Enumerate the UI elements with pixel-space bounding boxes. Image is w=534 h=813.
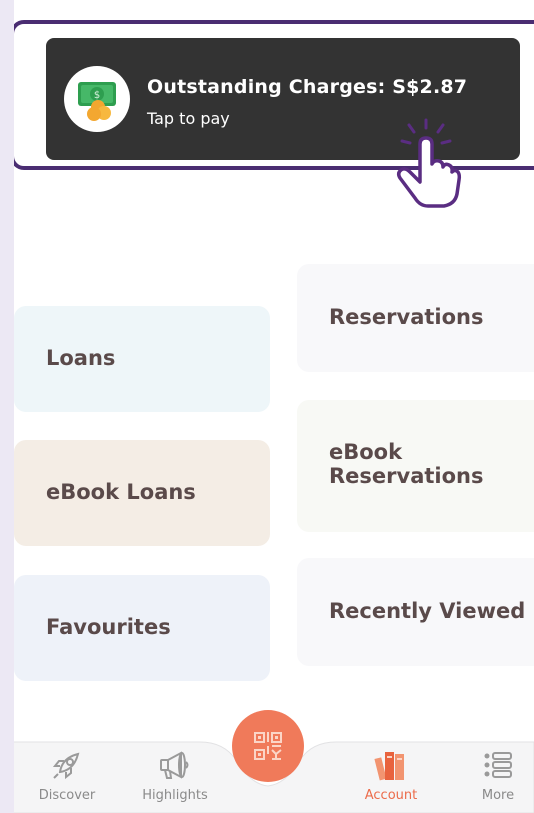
loans-label: Loans bbox=[46, 346, 116, 370]
favourites-tile[interactable]: Favourites bbox=[14, 575, 270, 681]
nav-more[interactable]: More bbox=[453, 736, 534, 813]
nav-highlights[interactable]: Highlights bbox=[130, 736, 220, 813]
ebook-reservations-tile[interactable]: eBook Reservations bbox=[297, 400, 534, 532]
reservations-tile[interactable]: Reservations bbox=[297, 264, 534, 372]
nav-account[interactable]: Account bbox=[346, 736, 436, 813]
qr-code-icon bbox=[254, 732, 282, 760]
nav-discover-label: Discover bbox=[38, 788, 96, 803]
nav-account-label: Account bbox=[364, 788, 418, 803]
nav-more-label: More bbox=[481, 788, 515, 803]
ebook-loans-label: eBook Loans bbox=[46, 480, 196, 504]
qr-scan-button[interactable] bbox=[232, 710, 304, 782]
list-icon bbox=[484, 752, 512, 778]
nav-discover[interactable]: Discover bbox=[22, 736, 112, 813]
loans-tile[interactable]: Loans bbox=[14, 306, 270, 412]
account-screen: $ Outstanding Charges: S$2.87 Tap to pay… bbox=[14, 0, 534, 813]
books-icon bbox=[374, 752, 404, 781]
ebook-reservations-label-line2: Reservations bbox=[329, 464, 484, 488]
recently-viewed-tile[interactable]: Recently Viewed bbox=[297, 558, 534, 666]
recently-viewed-label: Recently Viewed bbox=[329, 599, 526, 623]
favourites-label: Favourites bbox=[46, 615, 171, 639]
megaphone-icon bbox=[160, 751, 189, 779]
ebook-reservations-label-line1: eBook bbox=[329, 440, 403, 464]
nav-highlights-label: Highlights bbox=[142, 788, 208, 803]
rocket-icon bbox=[52, 752, 80, 780]
reservations-label: Reservations bbox=[329, 305, 484, 329]
pointing-hand-icon bbox=[396, 118, 462, 208]
ebook-loans-tile[interactable]: eBook Loans bbox=[14, 440, 270, 546]
bottom-nav: Discover Highlights Account More bbox=[14, 710, 534, 813]
